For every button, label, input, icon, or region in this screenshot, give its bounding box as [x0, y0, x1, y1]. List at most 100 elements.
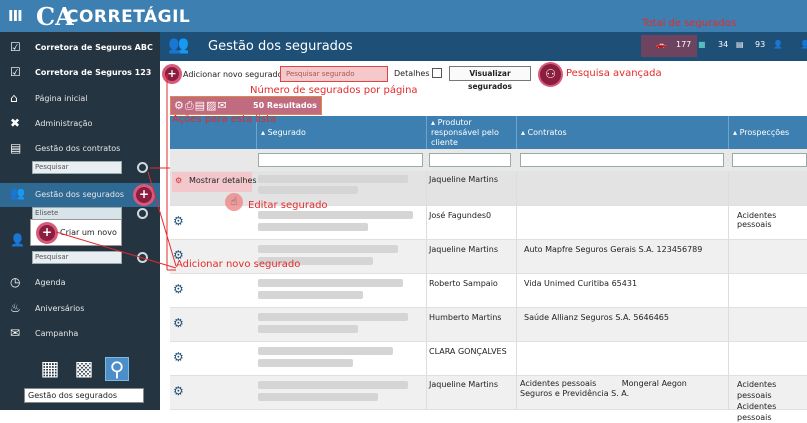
prospects-cell: Acidentes pessoais Acidentes pessoais — [737, 380, 777, 422]
gear-icon[interactable]: ⚙ — [173, 214, 184, 228]
sidebar-third-search[interactable]: Pesquisar — [32, 251, 122, 264]
filter-contracts-input[interactable] — [520, 153, 724, 167]
col-contracts[interactable]: ▴ Contratos — [516, 116, 728, 149]
sidebar-item-agenda[interactable]: ◷ Agenda — [0, 272, 160, 294]
blurred-detail — [258, 223, 368, 231]
table-row[interactable]: ⚙ CLARA GONÇALVES — [170, 342, 807, 376]
gear-icon[interactable]: ⚙ — [173, 384, 184, 398]
producer-cell: Jaqueline Martins — [429, 245, 499, 254]
blurred-name — [258, 313, 408, 321]
sidebar-item-birthdays[interactable]: ♨ Aniversários — [0, 298, 160, 320]
briefcase-icon: ■ — [698, 40, 706, 49]
producer-cell: Jaqueline Martins — [429, 380, 499, 389]
table-row[interactable]: ⚙ Humberto Martins Saúde Allianz Seguros… — [170, 308, 807, 342]
add-insured-icon[interactable]: + — [165, 67, 179, 81]
document-icon: ▤ — [736, 40, 744, 49]
col-divider — [728, 171, 729, 410]
action-icons[interactable]: ⚙⎙▤▨✉ — [174, 99, 228, 113]
sidebar-item-contracts[interactable]: ▤ Gestão dos contratos — [0, 138, 160, 160]
stat-3: 93 — [755, 40, 766, 49]
search-icon[interactable]: ⚲ — [105, 357, 129, 381]
cake-icon: ♨ — [10, 301, 21, 315]
producer-cell: Humberto Martins — [429, 313, 502, 322]
search-icon[interactable] — [137, 252, 148, 263]
blurred-name — [258, 279, 403, 287]
hand-cursor-icon: ☝ — [225, 193, 243, 211]
blurred-name — [258, 211, 413, 219]
details-checkbox[interactable] — [432, 68, 442, 78]
calculator-icon[interactable]: ▩ — [72, 357, 96, 381]
blurred-name — [258, 245, 398, 253]
blurred-detail — [258, 393, 378, 401]
contracts-cell: Acidentes pessoais Mongeral Aegon Seguro… — [520, 379, 690, 398]
producer-cell: José Fagundes0 — [429, 211, 492, 220]
show-details-link[interactable]: Mostrar detalhes — [189, 176, 257, 185]
users-icon: 👥 — [168, 35, 190, 55]
blurred-name — [258, 347, 393, 355]
bottom-icons: ▦ ▩ ⚲ — [0, 355, 160, 385]
campaign-icon: ✉ — [10, 326, 21, 340]
annotation-edit: Editar segurado — [248, 200, 328, 211]
results-count[interactable]: 50 Resultados — [253, 101, 317, 110]
gear-icon[interactable]: ⚙ — [175, 176, 182, 185]
menu-icon[interactable]: III — [8, 7, 23, 25]
clock-icon: ◷ — [10, 275, 21, 289]
sidebar-item-admin[interactable]: ✖ Administração — [0, 113, 160, 135]
sidebar-item-campaign[interactable]: ✉ Campanha — [0, 323, 160, 345]
sidebar-item-corretora-123[interactable]: ☑ Corretora de Seguros 123 — [0, 62, 160, 84]
stat-2: 34 — [718, 40, 729, 49]
table-row[interactable]: ⚙ Roberto Sampaio Vida Unimed Curitiba 6… — [170, 274, 807, 308]
producer-cell: Roberto Sampaio — [429, 279, 498, 288]
table-row[interactable]: ⚙ Jaqueline Martins Acidentes pessoais M… — [170, 376, 807, 422]
create-new-plus-icon[interactable]: + — [39, 225, 55, 241]
producer-cell: Jaqueline Martins — [429, 175, 499, 184]
app-name: CORRETÁGIL — [66, 7, 191, 27]
annotation-advanced: Pesquisa avançada — [566, 68, 662, 79]
advanced-search-icon[interactable]: ⚇ — [540, 64, 561, 85]
contracts-cell: Vida Unimed Curitiba 65431 — [524, 279, 638, 288]
grid-icon[interactable]: ▦ — [38, 357, 62, 381]
sidebar-contracts-search[interactable]: Pesquisar — [32, 161, 122, 174]
sidebar-item-corretora-abc[interactable]: ☑ Corretora de Seguros ABC — [0, 37, 160, 59]
col-producer[interactable]: ▴ Produtor responsável pelo cliente — [426, 116, 516, 149]
col-insured[interactable]: ▴ Segurado — [256, 116, 426, 149]
details-label: Detalhes — [394, 69, 430, 78]
blurred-detail — [258, 359, 353, 367]
prospects-cell: Acidentes pessoais — [737, 211, 777, 229]
col-divider — [516, 171, 517, 410]
col-prospects[interactable]: ▴ Prospecções — [728, 116, 807, 149]
list-actions-bar: ⚙⎙▤▨✉ 50 Resultados — [170, 96, 322, 115]
user-icon: 👤 — [800, 40, 807, 49]
home-icon: ⌂ — [10, 91, 18, 105]
blurred-name — [258, 381, 408, 389]
add-insured-plus-icon[interactable]: + — [136, 187, 152, 203]
annotation-add-new: Adicionar novo segurado — [176, 259, 301, 270]
annotation-actions: Ações para esta lista — [172, 114, 277, 125]
gear-icon[interactable]: ⚙ — [173, 316, 184, 330]
search-icon[interactable] — [137, 208, 148, 219]
gear-icon[interactable]: ⚙ — [173, 350, 184, 364]
filter-prospects-input[interactable] — [732, 153, 807, 167]
filter-producer-input[interactable] — [429, 153, 511, 167]
col-divider — [426, 171, 427, 410]
blurred-detail — [258, 325, 358, 333]
contracts-icon: ▤ — [10, 141, 22, 155]
create-new-label: Criar um novo — [60, 228, 117, 237]
gear-icon[interactable]: ⚙ — [173, 282, 184, 296]
blurred-detail — [258, 186, 358, 194]
blurred-detail — [258, 291, 363, 299]
add-insured-button[interactable]: Adicionar novo segurado — [183, 70, 283, 79]
tools-icon: ✖ — [10, 116, 21, 130]
contracts-cell: Auto Mapfre Seguros Gerais S.A. 12345678… — [524, 245, 703, 254]
table-row[interactable]: ⚙ José Fagundes0 Acidentes pessoais — [170, 206, 807, 240]
annotation-per-page: Número de segurados por página — [250, 85, 418, 96]
filter-insured-input[interactable] — [258, 153, 423, 167]
search-insured-input[interactable]: Pesquisar segurado — [280, 66, 388, 82]
contracts-cell: Saúde Allianz Seguros S.A. 5646465 — [524, 313, 669, 322]
search-icon[interactable] — [137, 162, 148, 173]
view-insured-button[interactable]: Visualizar segurados — [449, 66, 531, 91]
current-module-label: Gestão dos segurados — [24, 388, 144, 403]
blurred-name — [258, 175, 408, 183]
check-icon: ☑ — [10, 40, 21, 54]
sidebar-item-home[interactable]: ⌂ Página inicial — [0, 88, 160, 110]
